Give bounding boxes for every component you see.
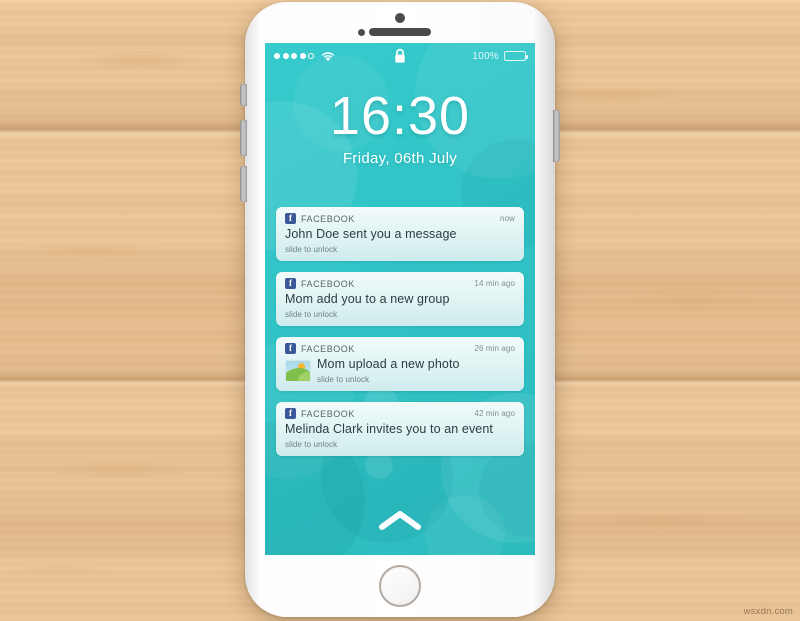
notification-header: f FACEBOOK 14 min ago	[285, 278, 515, 289]
signal-dot	[299, 53, 306, 59]
notification-list: f FACEBOOK now John Doe sent you a messa…	[276, 207, 524, 467]
notification-text-column: Melinda Clark invites you to an event sl…	[285, 422, 493, 449]
notification-timestamp: 14 min ago	[474, 279, 515, 288]
notification-card[interactable]: f FACEBOOK 14 min ago Mom add you to a n…	[276, 272, 524, 326]
wifi-icon	[321, 51, 335, 62]
signal-dot	[282, 53, 289, 59]
facebook-icon: f	[285, 408, 296, 419]
notification-title: Mom add you to a new group	[285, 292, 450, 306]
chevron-up-icon[interactable]	[378, 509, 422, 536]
notification-hint: slide to unlock	[317, 375, 370, 384]
notification-card[interactable]: f FACEBOOK 26 min ago Mom upload a new p…	[276, 337, 524, 391]
home-button[interactable]	[379, 565, 421, 607]
clock-time: 16:30	[329, 86, 471, 146]
signal-dot	[274, 53, 280, 59]
notification-body: Melinda Clark invites you to an event sl…	[285, 422, 515, 449]
notification-app-name: FACEBOOK	[301, 278, 355, 289]
notification-hint: slide to unlock	[285, 245, 338, 254]
battery-percent-label: 100%	[472, 50, 499, 62]
notification-header: f FACEBOOK 26 min ago	[285, 343, 515, 354]
status-bar: 100%	[265, 43, 535, 69]
notification-timestamp: 26 min ago	[474, 344, 515, 353]
silent-switch[interactable]	[240, 84, 247, 106]
facebook-icon: f	[285, 343, 296, 354]
notification-header: f FACEBOOK 42 min ago	[285, 408, 515, 419]
battery-icon	[504, 51, 529, 61]
clock-date: Friday, 06th July	[342, 150, 458, 167]
notification-hint: slide to unlock	[285, 440, 338, 449]
earpiece-speaker	[369, 28, 431, 36]
facebook-icon: f	[285, 278, 296, 289]
notification-timestamp: now	[500, 214, 515, 223]
photo-thumbnail-icon	[285, 359, 311, 382]
volume-up-button[interactable]	[240, 120, 247, 156]
notification-body: John Doe sent you a message slide to unl…	[285, 227, 515, 254]
notification-card[interactable]: f FACEBOOK now John Doe sent you a messa…	[276, 207, 524, 261]
notification-app-name: FACEBOOK	[301, 213, 355, 224]
notification-text-column: Mom upload a new photo slide to unlock	[317, 357, 460, 384]
notification-title: John Doe sent you a message	[285, 227, 457, 241]
signal-strength-icon	[274, 53, 314, 59]
notification-hint: slide to unlock	[285, 310, 338, 319]
phone-screen[interactable]: 100% 16:30 Friday, 06th July f FACEBOOK …	[265, 43, 535, 555]
lockscreen-clock: 16:30 Friday, 06th July	[265, 89, 535, 167]
facebook-icon: f	[285, 213, 296, 224]
power-button[interactable]	[553, 110, 560, 162]
phone-device: 100% 16:30 Friday, 06th July f FACEBOOK …	[240, 2, 560, 617]
volume-down-button[interactable]	[240, 166, 247, 202]
lock-icon	[394, 48, 407, 67]
notification-timestamp: 42 min ago	[474, 409, 515, 418]
notification-title: Melinda Clark invites you to an event	[285, 422, 493, 436]
notification-card[interactable]: f FACEBOOK 42 min ago Melinda Clark invi…	[276, 402, 524, 456]
notification-app-name: FACEBOOK	[301, 343, 355, 354]
proximity-sensor	[358, 29, 365, 36]
watermark: wsxdn.com	[743, 606, 793, 617]
signal-dot	[291, 53, 297, 59]
front-camera	[395, 13, 405, 23]
notification-text-column: Mom add you to a new group slide to unlo…	[285, 292, 450, 319]
signal-dot-empty	[308, 53, 314, 59]
notification-header: f FACEBOOK now	[285, 213, 515, 224]
notification-body: Mom upload a new photo slide to unlock	[285, 357, 515, 384]
notification-app-name: FACEBOOK	[301, 408, 355, 419]
notification-text-column: John Doe sent you a message slide to unl…	[285, 227, 457, 254]
notification-body: Mom add you to a new group slide to unlo…	[285, 292, 515, 319]
notification-title: Mom upload a new photo	[317, 357, 460, 371]
status-bar-right: 100%	[472, 50, 529, 62]
